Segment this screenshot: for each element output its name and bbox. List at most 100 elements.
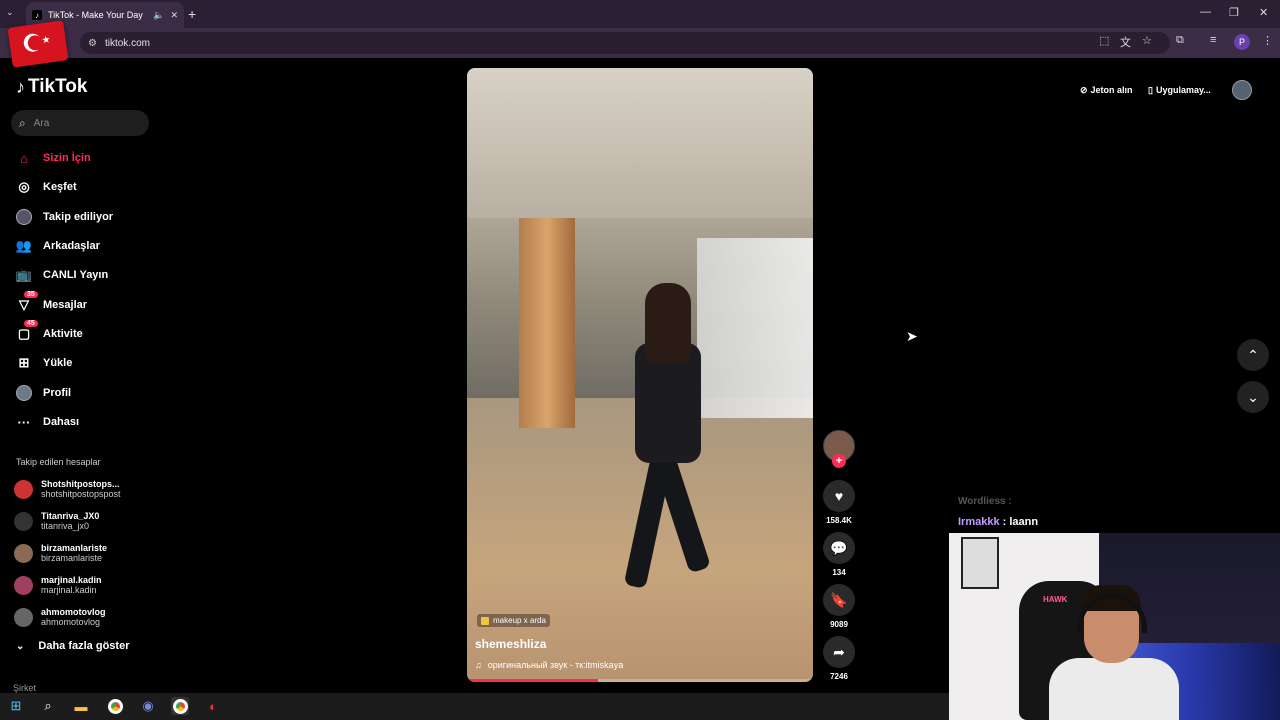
logo-text: TikTok xyxy=(28,76,88,97)
paper-plane-icon: ▽ 35 xyxy=(16,291,38,313)
minimize-icon[interactable]: — xyxy=(1200,6,1211,18)
nav-messages[interactable]: ▽ 35 Mesajlar xyxy=(16,291,87,315)
more-dots-icon: ··· xyxy=(17,414,31,430)
discord-icon[interactable]: ◉ xyxy=(139,697,157,715)
account-name: ahmomotovlog xyxy=(41,607,106,617)
get-app-button[interactable]: ▯ Uygulamay... xyxy=(1148,80,1211,100)
save-button[interactable]: 🔖 xyxy=(823,584,855,616)
nav-profile[interactable]: Profil xyxy=(16,383,71,403)
browser-tabbar: ⌄ ♪ TikTok - Make Your Day 🔈 ✕ + — ❐ ✕ xyxy=(0,0,1280,28)
comment-button[interactable]: 💬 xyxy=(823,532,855,564)
close-window-icon[interactable]: ✕ xyxy=(1259,6,1268,19)
url-text: tiktok.com xyxy=(104,37,150,49)
tab-search-icon[interactable]: ⌄ xyxy=(6,7,14,18)
messages-badge: 35 xyxy=(24,291,38,298)
profile-avatar[interactable]: P xyxy=(1234,34,1250,50)
previous-video-button[interactable]: ⌃ xyxy=(1237,339,1269,371)
upload-plus-icon: ⊞ xyxy=(18,355,30,370)
like-button[interactable]: ♥ xyxy=(823,480,855,512)
chevron-down-icon: ⌄ xyxy=(1247,388,1259,405)
site-info-icon[interactable]: ⚙ xyxy=(88,38,97,49)
video-tag[interactable]: makeup x arda xyxy=(477,614,550,627)
mouse-cursor-icon: ➤ xyxy=(906,328,918,344)
menu-icon[interactable]: ⋮ xyxy=(1262,34,1273,47)
chrome-icon[interactable] xyxy=(106,697,124,715)
chat-line: Irmakkk : laann xyxy=(958,516,1038,528)
tiktok-favicon-icon: ♪ xyxy=(32,10,42,20)
account-name: marjinal.kadin xyxy=(41,575,102,585)
get-coins-button[interactable]: ⊘ Jeton alın xyxy=(1080,80,1133,100)
sound-text: оригинальный звук - тк:itmiskaya xyxy=(487,660,624,670)
url-field[interactable]: ⚙ tiktok.com xyxy=(80,32,1170,54)
file-explorer-icon[interactable]: ▬ xyxy=(72,697,90,715)
account-handle: titanriva_jx0 xyxy=(41,521,90,531)
activity-badge: 45 xyxy=(24,320,38,327)
tiktok-logo[interactable]: ♪ TikTok xyxy=(16,76,87,98)
coins-label: Jeton alın xyxy=(1090,85,1133,95)
bookmark-star-icon[interactable]: ☆ xyxy=(1142,34,1152,47)
account-avatar xyxy=(14,575,33,595)
follow-plus-icon[interactable]: + xyxy=(832,454,846,468)
new-tab-icon[interactable]: + xyxy=(188,6,196,22)
user-avatar[interactable] xyxy=(1232,80,1252,100)
chrome-active-icon[interactable] xyxy=(171,697,189,715)
media-control-icon[interactable]: ≡ xyxy=(1210,34,1216,46)
extensions-icon[interactable]: ⧉ xyxy=(1176,34,1184,47)
share-arrow-icon: ➦ xyxy=(833,643,845,660)
account-avatar xyxy=(14,543,33,563)
music-note-icon: ♫ xyxy=(475,660,482,670)
nav-more[interactable]: ··· Dahası xyxy=(16,412,80,432)
nav-activity[interactable]: ▢ 45 Aktivite xyxy=(16,320,83,344)
webcam-overlay: HAWK xyxy=(949,533,1280,720)
account-name: Titanriva_JX0 xyxy=(41,511,100,521)
company-link[interactable]: Şirket xyxy=(13,683,36,693)
nav-label: Yükle xyxy=(43,357,73,369)
install-icon[interactable]: ⬚ xyxy=(1099,34,1109,47)
video-progress-bar[interactable] xyxy=(467,679,813,682)
nav-label: Arkadaşlar xyxy=(43,240,100,252)
comment-icon: 💬 xyxy=(830,539,848,556)
following-account[interactable]: ahmomotovlog ahmomotovlog xyxy=(14,604,154,630)
video-player[interactable]: makeup x arda shemeshliza ♫ оригинальный… xyxy=(467,68,813,682)
nav-label: CANLI Yayın xyxy=(43,269,109,281)
audio-icon[interactable]: 🔈 xyxy=(153,10,164,21)
following-account[interactable]: birzamanlariste birzamanlariste xyxy=(14,540,154,566)
video-sound[interactable]: ♫ оригинальный звук - тк:itmiskaya xyxy=(475,660,623,670)
phone-icon: ▯ xyxy=(1148,84,1153,95)
account-name: Shotshitpostops... xyxy=(41,479,120,489)
search-input[interactable]: ⌕ Ara xyxy=(11,110,149,136)
bookmark-icon: 🔖 xyxy=(830,591,848,608)
windows-start-icon[interactable]: ⊞ xyxy=(7,697,25,715)
video-username[interactable]: shemeshliza xyxy=(475,637,546,651)
obs-icon[interactable]: ◐ xyxy=(204,697,222,715)
following-header: Takip edilen hesaplar xyxy=(16,457,101,467)
close-tab-icon[interactable]: ✕ xyxy=(170,10,178,21)
following-account[interactable]: Shotshitpostops... shotshitpostopspost xyxy=(14,476,154,502)
account-handle: birzamanlariste xyxy=(41,553,103,563)
live-tv-icon: 📺 xyxy=(15,267,33,282)
following-account[interactable]: marjinal.kadin marjinal.kadin xyxy=(14,572,154,598)
coin-icon: ⊘ xyxy=(1080,84,1088,95)
chevron-up-icon: ⌃ xyxy=(1247,346,1259,363)
account-handle: ahmomotovlog xyxy=(41,617,101,627)
taskbar-search-icon[interactable]: ⌕ xyxy=(39,697,57,715)
show-more-button[interactable]: ⌄ Daha fazla göster xyxy=(16,640,129,652)
nav-for-you[interactable]: ⌂ Sizin İçin xyxy=(16,148,91,168)
nav-live[interactable]: 📺 CANLI Yayın xyxy=(16,265,108,285)
following-account[interactable]: Titanriva_JX0 titanriva_jx0 xyxy=(14,508,154,534)
nav-following[interactable]: Takip ediliyor xyxy=(16,207,113,227)
share-button[interactable]: ➦ xyxy=(823,636,855,668)
profile-avatar-icon xyxy=(16,385,32,401)
nav-explore[interactable]: ◎ Keşfet xyxy=(16,177,76,197)
nav-label: Sizin İçin xyxy=(43,152,91,164)
tiktok-note-icon: ♪ xyxy=(16,76,25,97)
next-video-button[interactable]: ⌄ xyxy=(1237,381,1269,413)
address-bar: ⚙ tiktok.com xyxy=(0,28,1280,58)
compass-icon: ◎ xyxy=(18,179,30,194)
save-count: 9089 xyxy=(830,620,848,629)
nav-friends[interactable]: 👥 Arkadaşlar xyxy=(16,236,100,256)
translate-icon[interactable]: 文 xyxy=(1120,34,1131,50)
restore-icon[interactable]: ❐ xyxy=(1229,6,1239,19)
activity-icon: ▢ 45 xyxy=(16,320,38,342)
nav-upload[interactable]: ⊞ Yükle xyxy=(16,353,73,373)
